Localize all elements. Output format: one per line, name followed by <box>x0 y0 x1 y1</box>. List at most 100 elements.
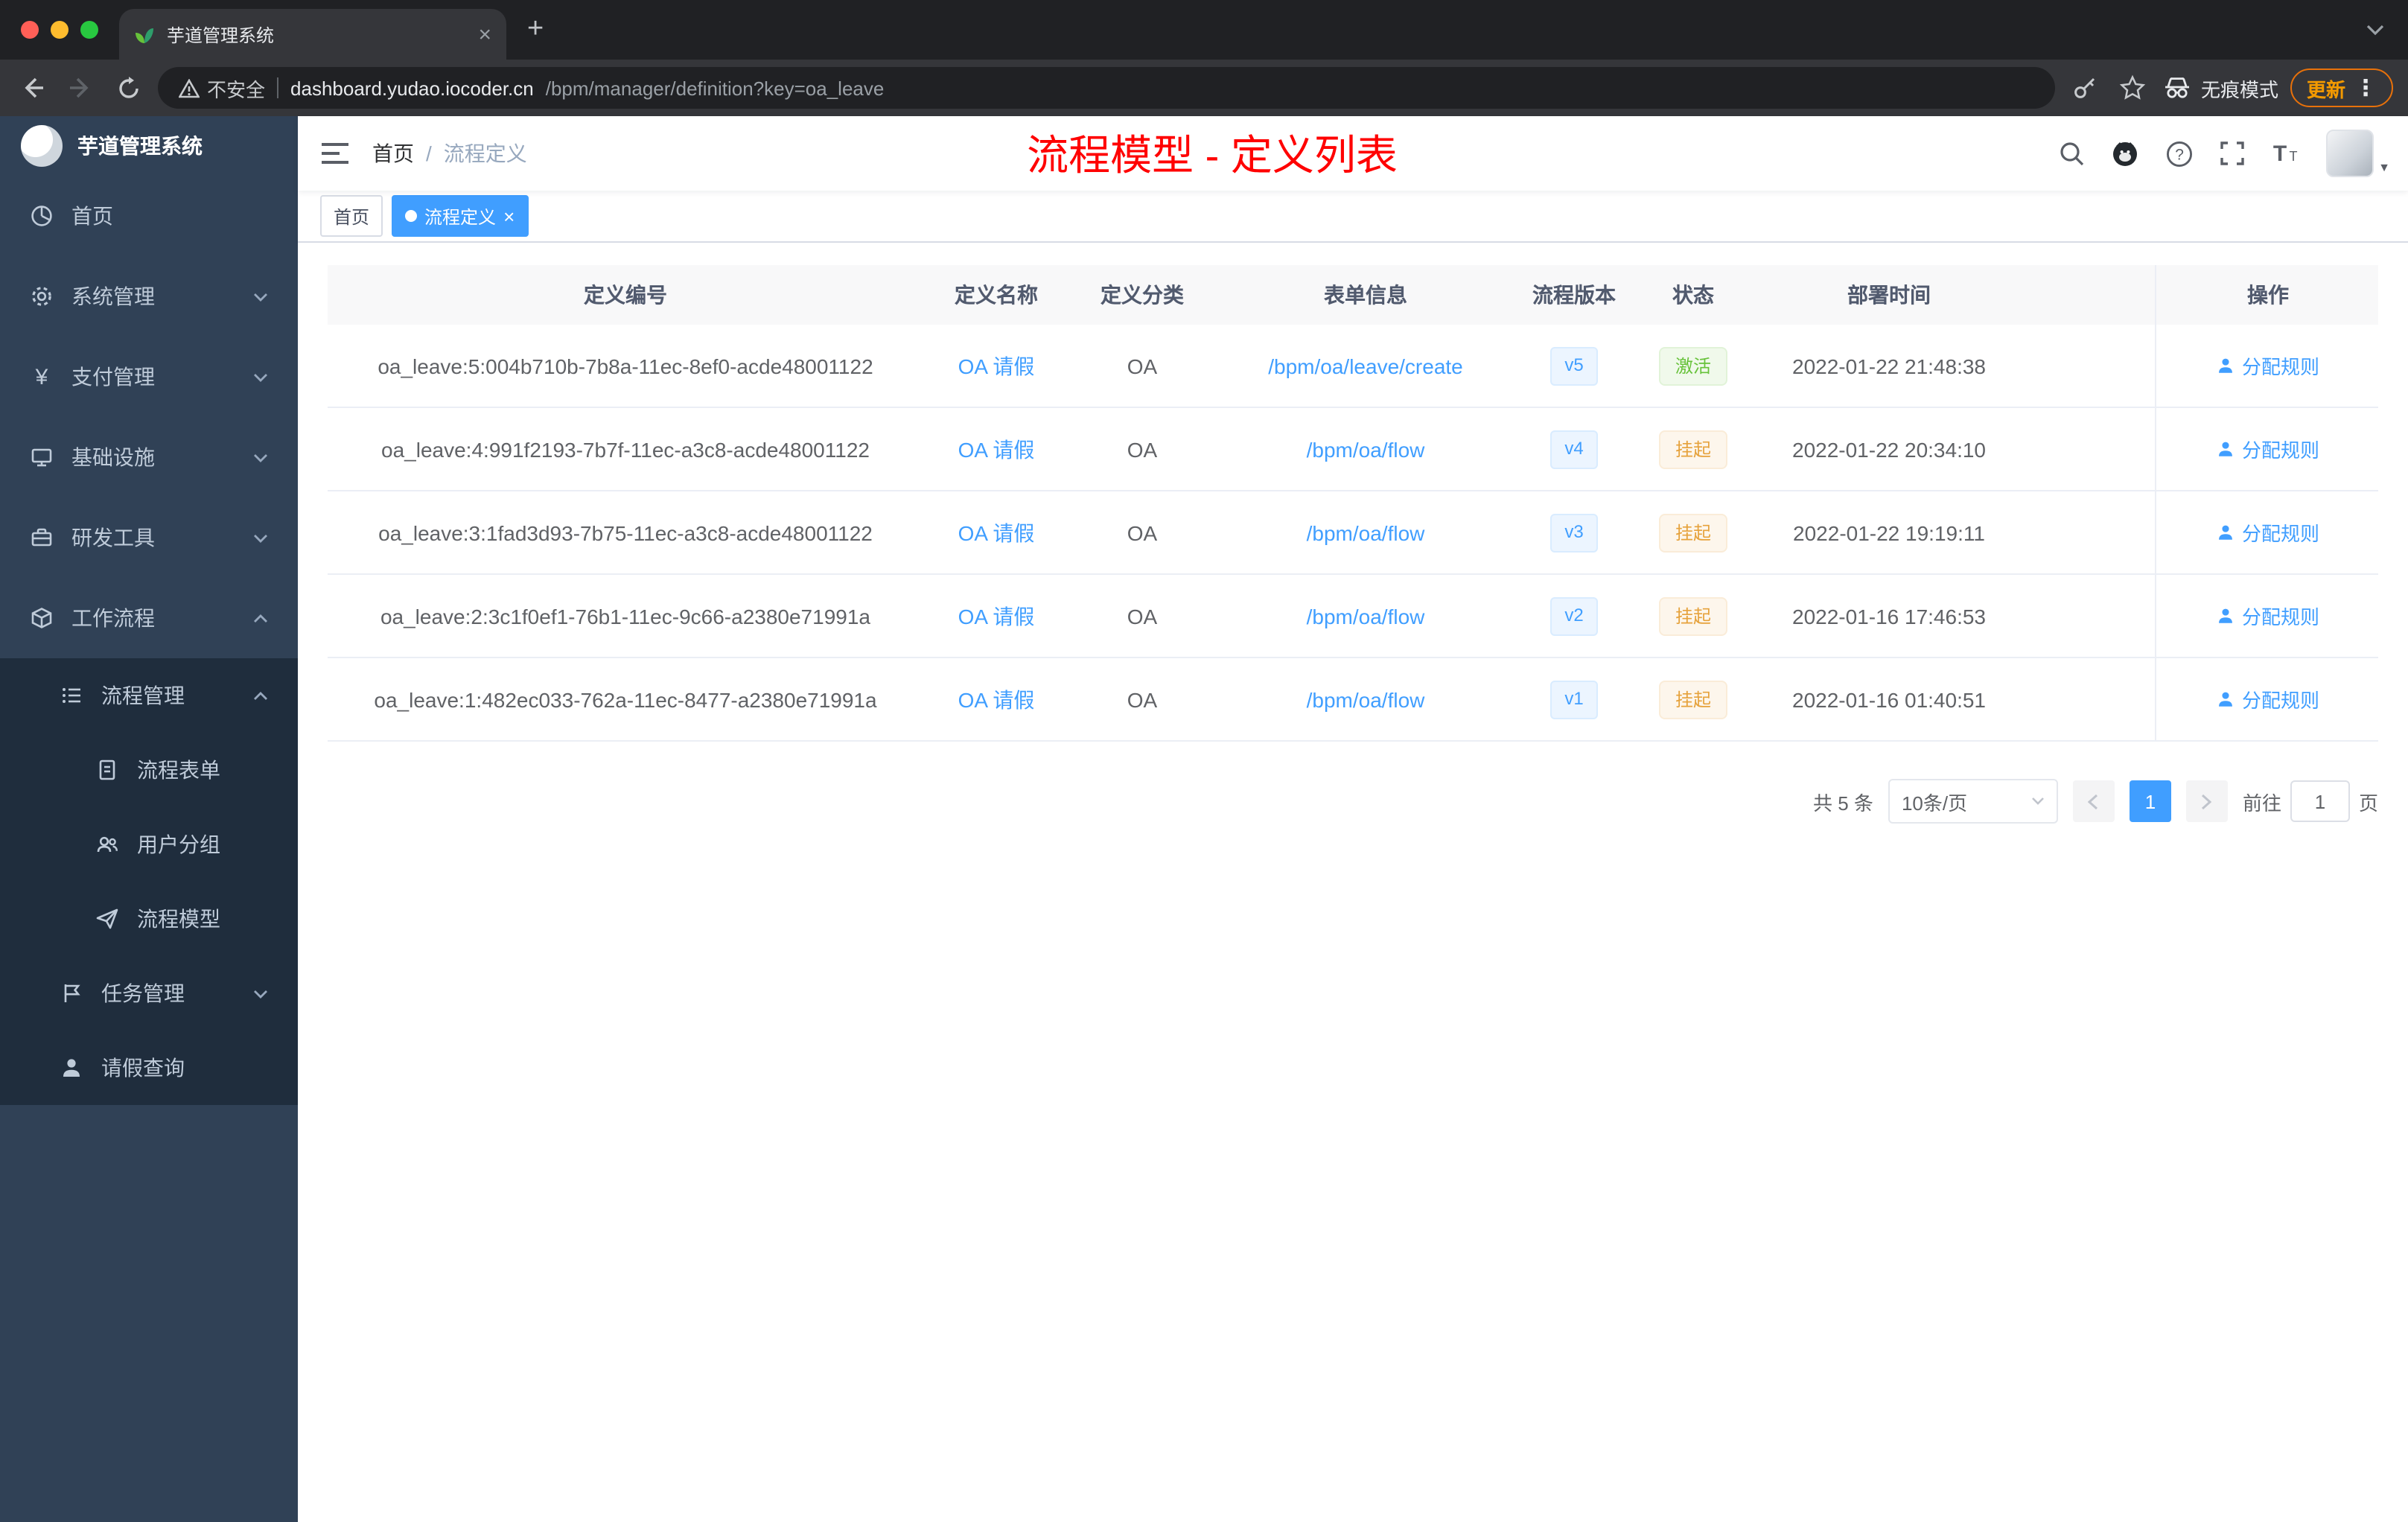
sidebar-item-label: 流程管理 <box>101 684 185 707</box>
tab-favicon-icon <box>134 24 155 45</box>
url-bar[interactable]: 不安全 dashboard.yudao.iocoder.cn/bpm/manag… <box>158 67 2055 109</box>
zoom-window-button[interactable] <box>80 21 98 39</box>
definition-name-link[interactable]: OA 请假 <box>958 684 1035 714</box>
breadcrumb-home[interactable]: 首页 <box>372 138 414 168</box>
table-row: oa_leave:3:1fad3d93-7b75-11ec-a3c8-acde4… <box>328 491 2378 575</box>
form-info-link[interactable]: /bpm/oa/flow <box>1307 604 1425 628</box>
fullscreen-icon[interactable] <box>2219 140 2246 167</box>
incognito-label: 无痕模式 <box>2200 78 2278 101</box>
tag-process-definition[interactable]: 流程定义 × <box>392 195 529 237</box>
column-header: 状态 <box>1672 283 1714 307</box>
chevron-down-icon <box>253 372 268 382</box>
assign-rule-link[interactable]: 分配规则 <box>2217 351 2319 380</box>
prev-page-button[interactable] <box>2072 780 2115 822</box>
forward-icon[interactable] <box>63 70 98 106</box>
page-number-button[interactable]: 1 <box>2129 780 2171 822</box>
avatar[interactable] <box>2326 130 2374 177</box>
status-badge: 激活 <box>1658 346 1727 385</box>
browser-menu-icon[interactable]: ⋮ <box>2354 74 2377 101</box>
sidebar-item-task-management[interactable]: 任务管理 <box>0 956 298 1031</box>
sidebar-item-user-groups[interactable]: 用户分组 <box>0 807 298 882</box>
assign-rule-link[interactable]: 分配规则 <box>2217 518 2319 547</box>
next-page-button[interactable] <box>2185 780 2228 822</box>
user-menu[interactable]: ▼ <box>2326 130 2390 177</box>
warning-icon <box>179 78 200 98</box>
tab-close-icon[interactable]: × <box>478 22 491 47</box>
sidebar-item-process-form[interactable]: 流程表单 <box>0 733 298 807</box>
users-icon <box>95 832 119 856</box>
sidebar-item-home[interactable]: 首页 <box>0 176 298 256</box>
version-badge: v2 <box>1549 596 1599 635</box>
bookmark-star-icon[interactable] <box>2115 70 2150 106</box>
sidebar-item-workflow[interactable]: 工作流程 <box>0 578 298 658</box>
search-icon[interactable] <box>2058 140 2085 167</box>
app-title: 芋道管理系统 <box>77 134 203 158</box>
new-tab-button[interactable]: + <box>527 13 544 46</box>
browser-update-button[interactable]: 更新 ⋮ <box>2290 69 2393 107</box>
table-row: oa_leave:4:991f2193-7b7f-11ec-a3c8-acde4… <box>328 408 2378 491</box>
app-logo[interactable]: 芋道管理系统 <box>0 116 298 176</box>
page-title: 流程模型 - 定义列表 <box>1027 133 1398 179</box>
help-icon[interactable]: ? <box>2165 139 2194 168</box>
sidebar-item-label: 流程表单 <box>137 758 220 782</box>
column-header: 定义编号 <box>584 283 667 307</box>
sidebar-item-system[interactable]: 系统管理 <box>0 256 298 337</box>
sidebar-item-process-management[interactable]: 流程管理 <box>0 658 298 733</box>
definition-name-link[interactable]: OA 请假 <box>958 351 1035 380</box>
breadcrumb-current: 流程定义 <box>443 141 527 165</box>
tag-home[interactable]: 首页 <box>320 195 383 237</box>
url-domain: dashboard.yudao.iocoder.cn <box>290 77 534 99</box>
definition-name-link[interactable]: OA 请假 <box>958 518 1035 547</box>
assign-rule-link[interactable]: 分配规则 <box>2217 602 2319 630</box>
security-warning[interactable]: 不安全 <box>179 74 265 102</box>
minimize-window-button[interactable] <box>51 21 69 39</box>
assign-rule-label: 分配规则 <box>2241 523 2319 545</box>
column-header: 部署时间 <box>1847 283 1931 307</box>
close-window-button[interactable] <box>21 21 39 39</box>
chevron-down-icon <box>253 291 268 302</box>
form-info-link[interactable]: /bpm/oa/flow <box>1307 687 1425 711</box>
hamburger-icon[interactable] <box>310 128 360 179</box>
form-info-link[interactable]: /bpm/oa/flow <box>1307 437 1425 461</box>
sidebar-item-payment[interactable]: ¥ 支付管理 <box>0 337 298 417</box>
font-size-icon[interactable]: TT <box>2271 140 2301 167</box>
password-key-icon[interactable] <box>2067 70 2103 106</box>
deploy-time: 2022-01-16 17:46:53 <box>1792 604 1986 628</box>
flag-icon <box>60 981 83 1005</box>
goto-page-input[interactable] <box>2290 780 2350 822</box>
deploy-time: 2022-01-16 01:40:51 <box>1792 687 1986 711</box>
tag-close-icon[interactable]: × <box>503 205 515 227</box>
monitor-icon <box>30 445 54 469</box>
version-badge: v3 <box>1549 513 1599 552</box>
sidebar-item-label: 研发工具 <box>71 526 155 550</box>
form-info-link[interactable]: /bpm/oa/leave/create <box>1268 354 1463 378</box>
list-icon <box>60 684 83 707</box>
tab-title: 芋道管理系统 <box>167 25 275 45</box>
definition-name-link[interactable]: OA 请假 <box>958 434 1035 464</box>
tab-list-chevron-icon[interactable] <box>2366 24 2384 36</box>
sidebar-item-leave-query[interactable]: 请假查询 <box>0 1031 298 1105</box>
page-size-select[interactable]: 10条/页 <box>1888 779 2058 824</box>
definition-name-link[interactable]: OA 请假 <box>958 601 1035 631</box>
status-badge: 挂起 <box>1658 680 1727 719</box>
column-header: 定义分类 <box>1101 283 1184 307</box>
goto-unit-label: 页 <box>2358 792 2378 814</box>
assign-rule-link[interactable]: 分配规则 <box>2217 435 2319 463</box>
sidebar-item-dev-tools[interactable]: 研发工具 <box>0 497 298 578</box>
person-icon <box>60 1056 83 1080</box>
assign-rule-link[interactable]: 分配规则 <box>2217 685 2319 713</box>
sidebar-item-process-model[interactable]: 流程模型 <box>0 882 298 956</box>
traffic-lights <box>0 0 119 60</box>
back-icon[interactable] <box>15 70 51 106</box>
deploy-time: 2022-01-22 20:34:10 <box>1792 437 1986 461</box>
github-icon[interactable] <box>2110 138 2140 168</box>
sidebar-item-label: 任务管理 <box>101 981 185 1005</box>
reload-icon[interactable] <box>110 70 146 106</box>
chevron-up-icon <box>253 690 268 701</box>
form-info-link[interactable]: /bpm/oa/flow <box>1307 520 1425 544</box>
breadcrumb-separator: / <box>426 141 432 165</box>
sidebar-item-infrastructure[interactable]: 基础设施 <box>0 417 298 497</box>
status-badge: 挂起 <box>1658 430 1727 468</box>
table-row: oa_leave:2:3c1f0ef1-76b1-11ec-9c66-a2380… <box>328 575 2378 658</box>
browser-tab[interactable]: 芋道管理系统 × <box>119 9 506 60</box>
